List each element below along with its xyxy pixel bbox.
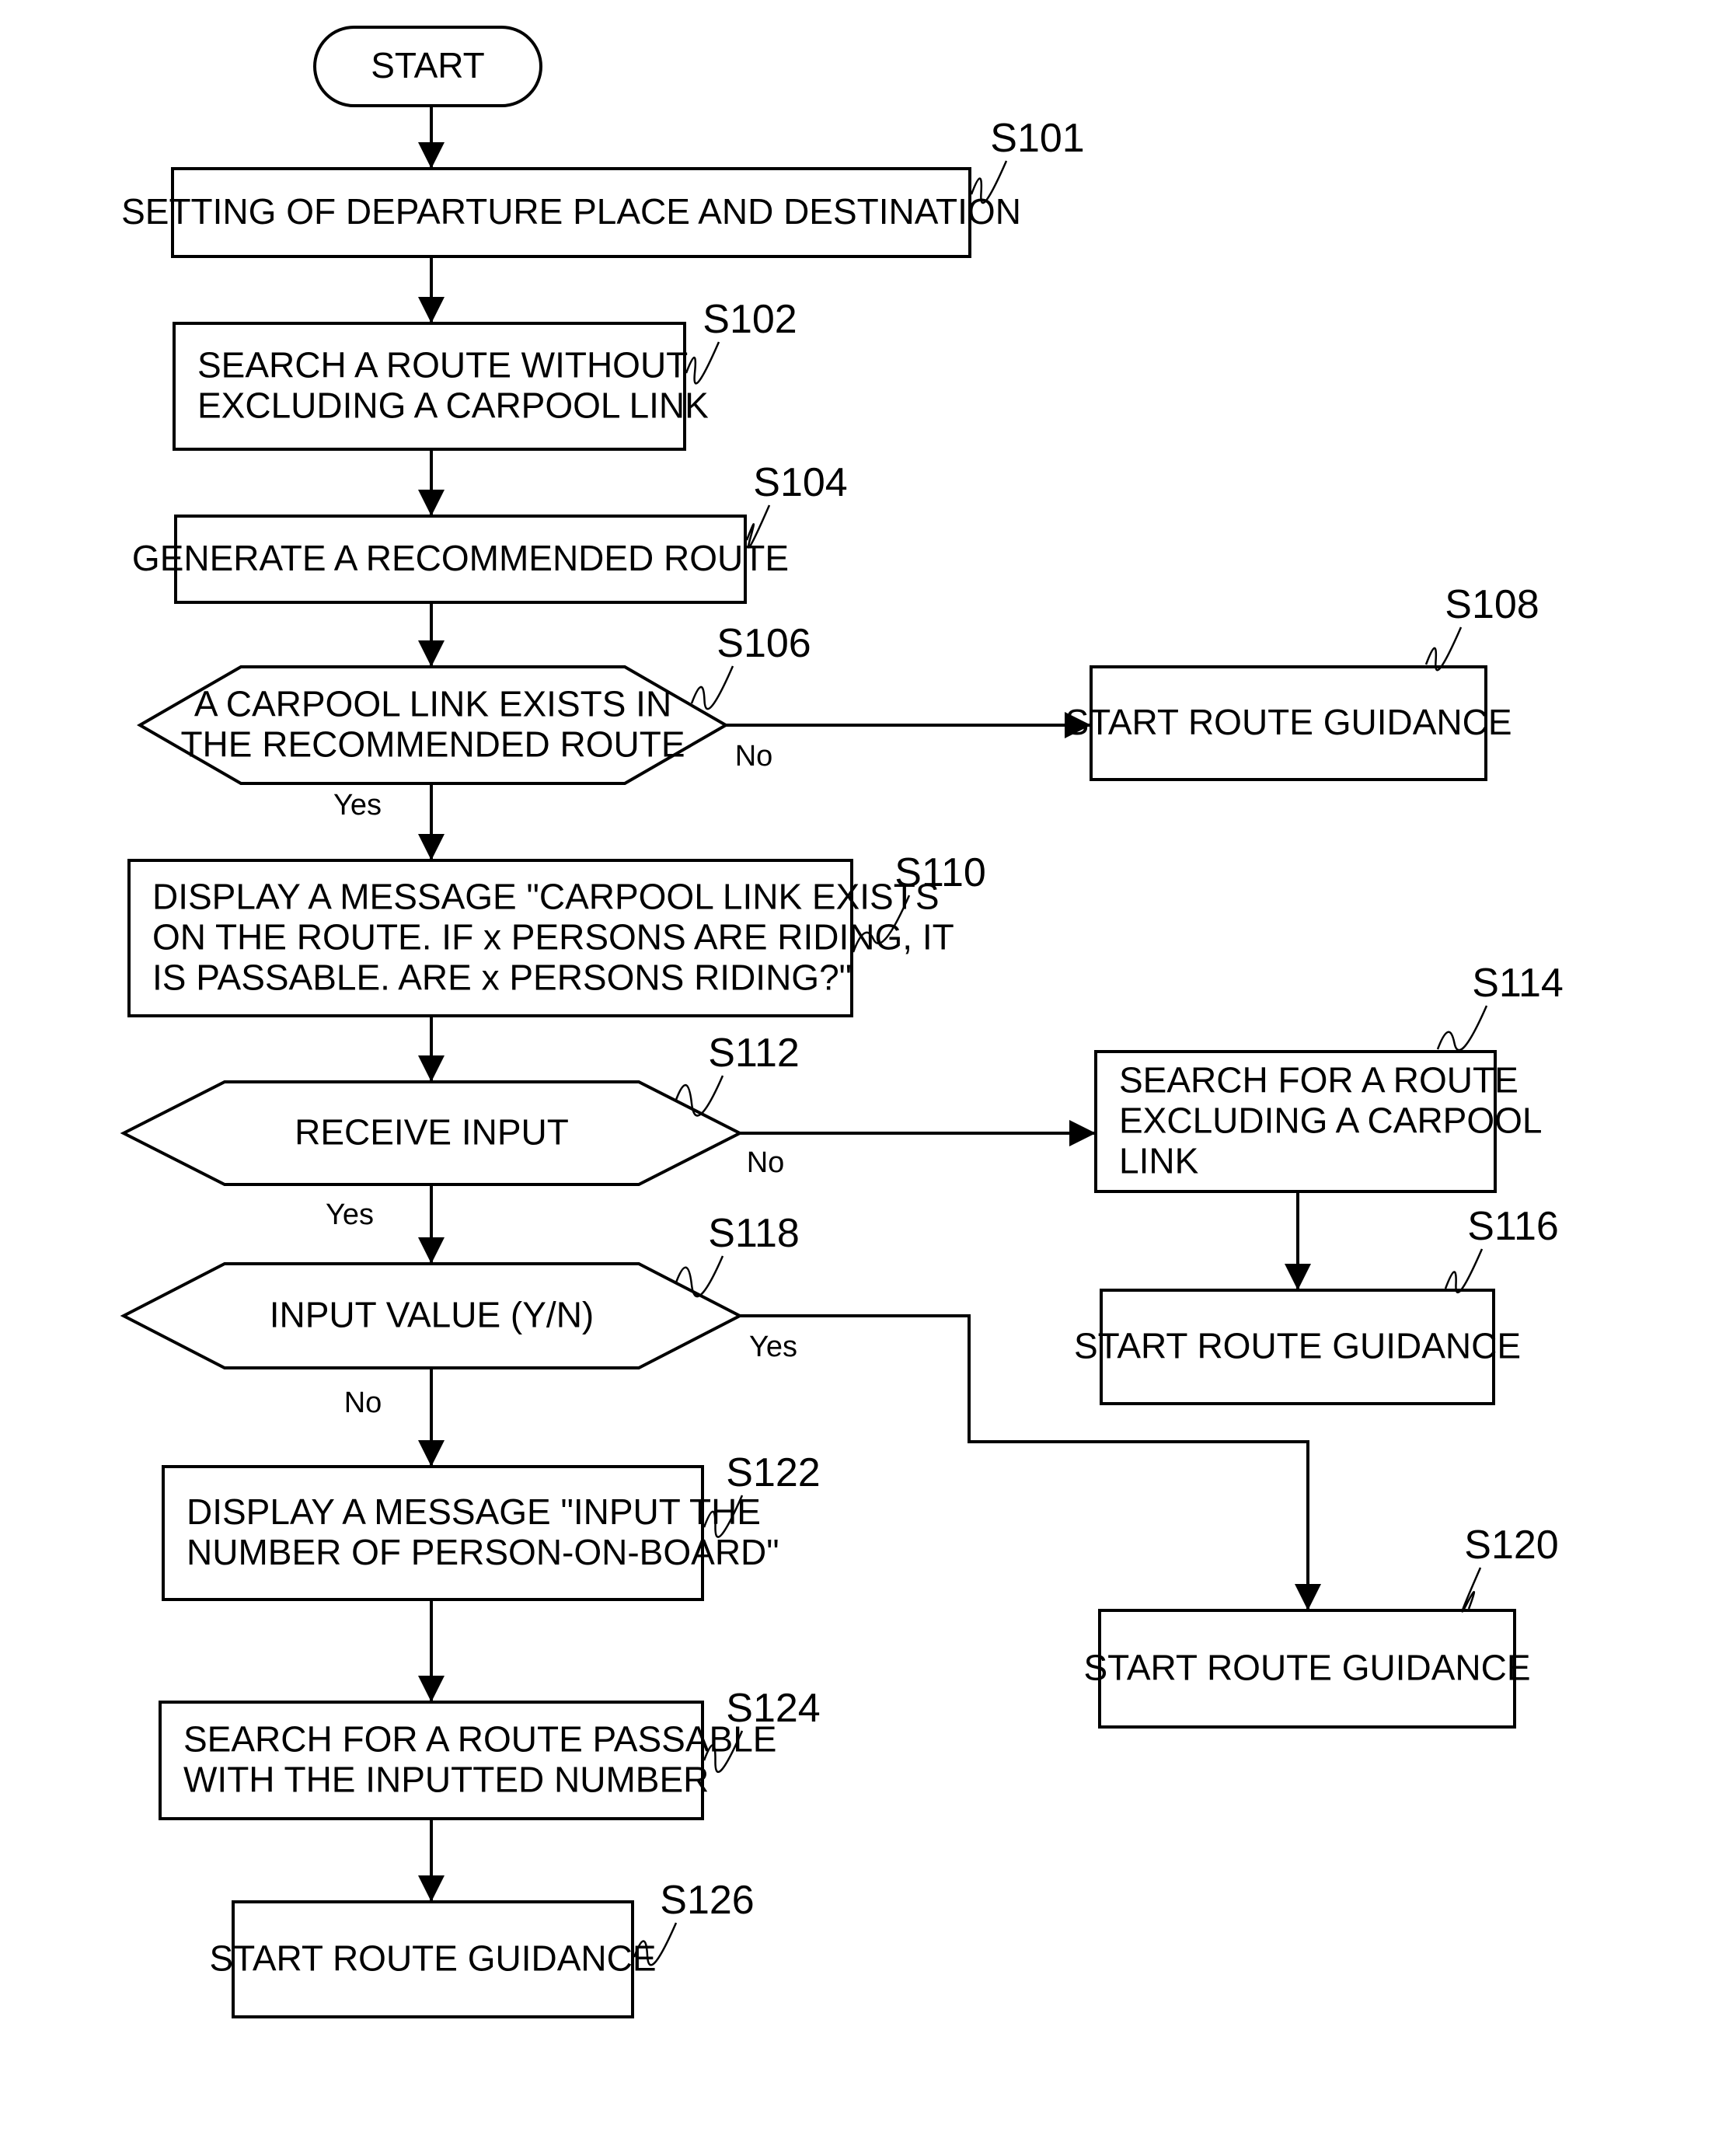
node-s106: A CARPOOL LINK EXISTS INTHE RECOMMENDED … — [136, 665, 730, 785]
node-text-line: NUMBER OF PERSON-ON-BOARD" — [187, 1532, 779, 1572]
step-label: S122 — [726, 1450, 820, 1495]
leader-squiggle — [685, 341, 720, 385]
node-text-line: DISPLAY A MESSAGE "INPUT THE — [187, 1491, 761, 1532]
step-label: S108 — [1445, 582, 1539, 627]
node-text-line: SEARCH A ROUTE WITHOUT — [197, 345, 688, 385]
step-label: S116 — [1467, 1204, 1559, 1249]
node-s126: START ROUTE GUIDANCE — [209, 1900, 657, 2018]
node-s112: RECEIVE INPUT — [120, 1080, 744, 1186]
branch-label: Yes — [749, 1331, 797, 1363]
node-s124: SEARCH FOR A ROUTE PASSABLEWITH THE INPU… — [159, 1701, 776, 1820]
step-label: S126 — [660, 1878, 754, 1923]
node-s102: SEARCH A ROUTE WITHOUTEXCLUDING A CARPOO… — [173, 322, 709, 451]
step-label: S101 — [990, 116, 1084, 161]
node-s101: SETTING OF DEPARTURE PLACE AND DESTINATI… — [121, 167, 1021, 258]
step-label: S102 — [703, 297, 797, 342]
leader-squiggle — [690, 665, 734, 710]
node-s108: START ROUTE GUIDANCE — [1065, 665, 1512, 781]
node-text-line: EXCLUDING A CARPOOL — [1119, 1101, 1543, 1141]
leader-squiggle — [1444, 1248, 1484, 1294]
step-label: S112 — [708, 1031, 800, 1076]
node-text-line: START — [371, 45, 485, 85]
node-text-line: START ROUTE GUIDANCE — [209, 1938, 656, 1979]
node-text-line: START ROUTE GUIDANCE — [1074, 1326, 1521, 1366]
node-s114: SEARCH FOR A ROUTEEXCLUDING A CARPOOLLIN… — [1094, 1050, 1543, 1193]
node-s110: DISPLAY A MESSAGE "CARPOOL LINK EXISTSON… — [127, 859, 954, 1017]
step-label: S114 — [1472, 961, 1564, 1006]
node-text-line: EXCLUDING A CARPOOL LINK — [197, 385, 709, 426]
node-text-line: INPUT VALUE (Y/N) — [270, 1295, 594, 1335]
branch-label: Yes — [333, 789, 382, 822]
node-text-line: ON THE ROUTE. IF x PERSONS ARE RIDING, I… — [152, 917, 954, 958]
node-text-line: LINK — [1119, 1141, 1199, 1181]
branch-label: No — [747, 1146, 785, 1179]
step-label: S106 — [717, 621, 811, 666]
node-s120: START ROUTE GUIDANCE — [1083, 1609, 1531, 1729]
node-text-line: RECEIVE INPUT — [295, 1112, 569, 1153]
leader-squiggle — [1461, 1567, 1482, 1613]
node-s118: INPUT VALUE (Y/N) — [120, 1262, 744, 1369]
node-text-line: A CARPOOL LINK EXISTS IN — [194, 684, 671, 724]
node-text-line: DISPLAY A MESSAGE "CARPOOL LINK EXISTS — [152, 877, 940, 917]
step-label: S124 — [726, 1686, 820, 1731]
node-s104: GENERATE A RECOMMENDED ROUTE — [132, 515, 789, 604]
node-text-line: START ROUTE GUIDANCE — [1065, 702, 1512, 742]
node-text-line: SEARCH FOR A ROUTE — [1119, 1060, 1518, 1101]
step-label: S110 — [894, 850, 986, 895]
node-text-line: IS PASSABLE. ARE x PERSONS RIDING?" — [152, 958, 852, 998]
flowchart: START SETTING OF DEPARTURE PLACE AND DEST… — [120, 26, 1564, 2018]
node-s122: DISPLAY A MESSAGE "INPUT THENUMBER OF PE… — [162, 1465, 779, 1601]
branch-label: Yes — [326, 1198, 374, 1231]
node-text-line: GENERATE A RECOMMENDED ROUTE — [132, 538, 789, 578]
node-start: START — [313, 26, 542, 107]
branch-label: No — [735, 740, 773, 773]
branch-label: No — [344, 1387, 382, 1419]
leader-squiggle — [1424, 626, 1463, 672]
node-text-line: WITH THE INPUTTED NUMBER — [183, 1760, 709, 1800]
node-s116: START ROUTE GUIDANCE — [1074, 1289, 1521, 1405]
node-text-line: SETTING OF DEPARTURE PLACE AND DESTINATI… — [121, 191, 1021, 232]
node-text-line: THE RECOMMENDED ROUTE — [180, 724, 685, 765]
node-text-line: SEARCH FOR A ROUTE PASSABLE — [183, 1719, 776, 1760]
step-label: S104 — [753, 460, 847, 505]
leader-squiggle — [1436, 1005, 1488, 1052]
step-label: S118 — [708, 1211, 800, 1256]
step-label: S120 — [1464, 1523, 1558, 1568]
node-text-line: START ROUTE GUIDANCE — [1083, 1648, 1530, 1688]
